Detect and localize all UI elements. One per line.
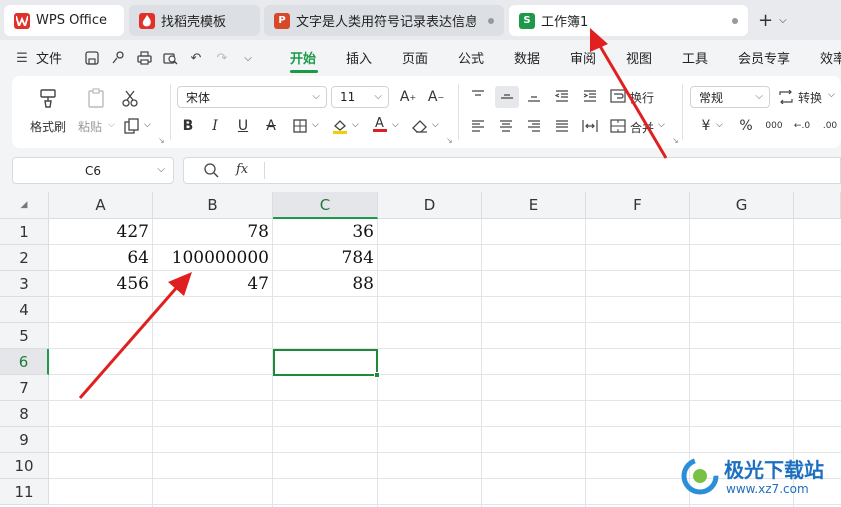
arrow-to-cell (78, 272, 192, 399)
annotation-arrows (78, 28, 668, 399)
aurora-logo-icon (681, 457, 719, 495)
watermark-url: www.xz7.com (726, 482, 809, 496)
watermark-logo: 极光下载站 www.xz7.com (680, 452, 840, 504)
watermark-title: 极光下载站 (724, 458, 824, 482)
arrow-to-tab (590, 28, 668, 159)
